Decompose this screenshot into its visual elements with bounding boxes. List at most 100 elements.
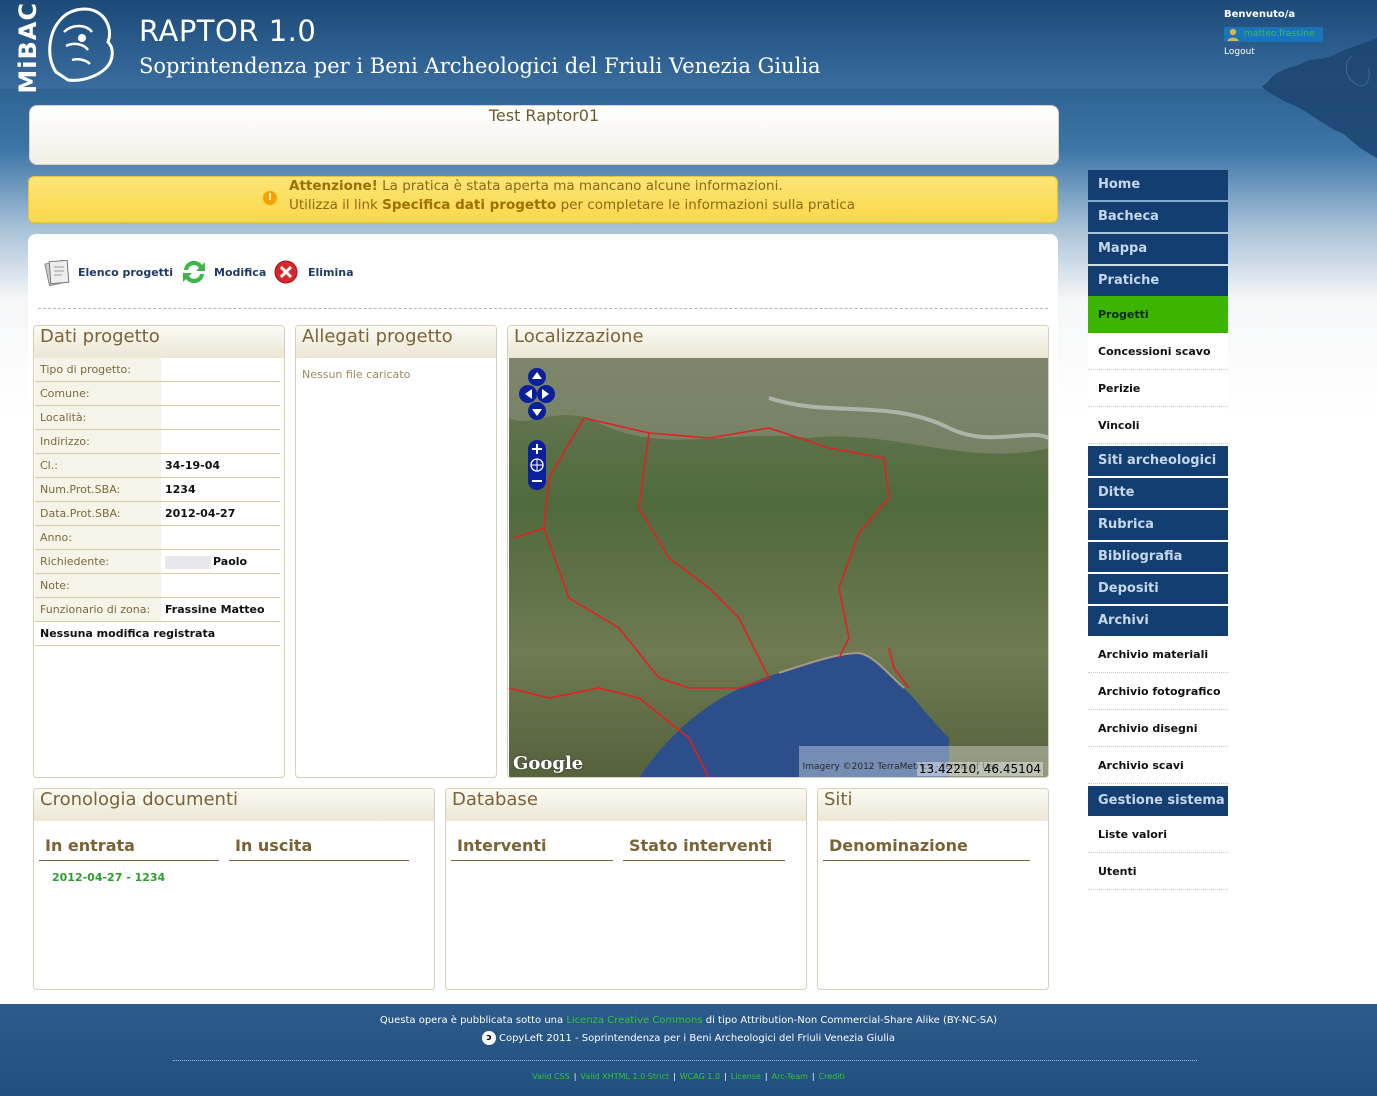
map-coordinates: 13.42210, 46.45104 bbox=[916, 762, 1043, 776]
footer-link-valid-xhtml[interactable]: Valid XHTML 1.0 Strict bbox=[580, 1072, 669, 1081]
allegati-title: Allegati progetto bbox=[296, 326, 496, 358]
nav-concessioni-scavo[interactable]: Concessioni scavo bbox=[1088, 333, 1228, 370]
row-comune: Comune: bbox=[35, 382, 280, 406]
nav-bibliografia[interactable]: Bibliografia bbox=[1088, 542, 1228, 572]
license-line: Questa opera è pubblicata sotto una Lice… bbox=[0, 1015, 1377, 1026]
nav-mappa[interactable]: Mappa bbox=[1088, 234, 1228, 264]
in-uscita-header: In uscita bbox=[229, 831, 409, 861]
header: MiBAC RAPTOR 1.0 Soprintendenza per i Be… bbox=[0, 0, 1377, 94]
copyleft-text: CopyLeft 2011 - Soprintendenza per i Ben… bbox=[498, 1033, 896, 1044]
nav-pratiche[interactable]: Pratiche bbox=[1088, 266, 1228, 296]
footer-link-wcag[interactable]: WCAG 1.0 bbox=[680, 1072, 720, 1081]
footer-link-valid-css[interactable]: Valid CSS bbox=[532, 1072, 570, 1081]
modifiche-note: Nessuna modifica registrata bbox=[40, 627, 216, 640]
row-num-prot: Num.Prot.SBA: 1234 bbox=[35, 478, 280, 502]
elimina-button[interactable]: Elimina bbox=[272, 254, 354, 290]
kv-key: Cl.: bbox=[35, 454, 161, 477]
footer-links: Valid CSS | Valid XHTML 1.0 Strict | WCAG 1.… bbox=[532, 1072, 845, 1081]
nav-vincoli[interactable]: Vincoli bbox=[1088, 407, 1228, 444]
cronologia-title: Cronologia documenti bbox=[34, 789, 434, 821]
mibac-logo-text: MiBAC bbox=[14, 2, 42, 94]
kv-key: Località: bbox=[35, 406, 161, 429]
nav-archivio-scavi[interactable]: Archivio scavi bbox=[1088, 747, 1228, 784]
dati-progetto-panel: Dati progetto Tipo di progetto: Comune: … bbox=[33, 325, 285, 778]
nav-archivio-fotografico[interactable]: Archivio fotografico bbox=[1088, 673, 1228, 710]
google-logo: Google bbox=[513, 753, 584, 774]
nav-siti-archeologici[interactable]: Siti archeologici bbox=[1088, 446, 1228, 476]
footer-link-arc-team[interactable]: Arc-Team bbox=[772, 1072, 808, 1081]
stato-interventi-header: Stato interventi bbox=[623, 831, 785, 861]
warning-text-2: Utilizza il link bbox=[289, 197, 383, 213]
map-view[interactable]: Google Imagery ©2012 TerraMetrics - Term… bbox=[509, 358, 1048, 777]
app-title: RAPTOR 1.0 bbox=[139, 14, 317, 48]
documents-icon bbox=[44, 259, 70, 287]
nav-archivi[interactable]: Archivi bbox=[1088, 606, 1228, 636]
nav-bacheca[interactable]: Bacheca bbox=[1088, 202, 1228, 232]
kv-key: Comune: bbox=[35, 382, 161, 405]
side-navigation: Home Bacheca Mappa Pratiche Progetti Con… bbox=[1088, 170, 1228, 890]
toolbar: Elenco progetti Modifica Elimina bbox=[42, 254, 1042, 294]
interventi-header: Interventi bbox=[451, 831, 613, 861]
nav-home[interactable]: Home bbox=[1088, 170, 1228, 200]
kv-value: 1234 bbox=[165, 483, 196, 496]
kv-key: Num.Prot.SBA: bbox=[35, 478, 161, 501]
nav-archivio-materiali[interactable]: Archivio materiali bbox=[1088, 636, 1228, 673]
kv-key: Tipo di progetto: bbox=[35, 358, 161, 381]
row-note: Note: bbox=[35, 574, 280, 598]
cronologia-entry-link[interactable]: 2012-04-27 - 1234 bbox=[52, 871, 165, 884]
allegati-panel: Allegati progetto Nessun file caricato bbox=[295, 325, 497, 778]
kv-key: Note: bbox=[35, 574, 161, 597]
nav-archivio-disegni[interactable]: Archivio disegni bbox=[1088, 710, 1228, 747]
footer-link-license[interactable]: License bbox=[731, 1072, 761, 1081]
nav-liste-valori[interactable]: Liste valori bbox=[1088, 816, 1228, 853]
kv-value: Frassine Matteo bbox=[165, 603, 265, 616]
logout-link[interactable]: Logout bbox=[1224, 47, 1255, 57]
kv-value: Paolo bbox=[165, 550, 247, 573]
nav-depositi[interactable]: Depositi bbox=[1088, 574, 1228, 604]
kv-value: 2012-04-27 bbox=[165, 507, 236, 520]
dati-progetto-title: Dati progetto bbox=[34, 326, 284, 358]
info-icon: ! bbox=[263, 191, 277, 205]
kv-key: Richiedente: bbox=[35, 550, 161, 573]
modifica-label: Modifica bbox=[214, 265, 267, 279]
map-zoom-control bbox=[528, 440, 546, 490]
database-title: Database bbox=[446, 789, 806, 821]
row-anno: Anno: bbox=[35, 526, 280, 550]
delete-icon bbox=[274, 260, 298, 284]
row-funzionario: Funzionario di zona: Frassine Matteo bbox=[35, 598, 280, 622]
footer-link-crediti[interactable]: Crediti bbox=[819, 1072, 845, 1081]
warning-text-1: La pratica è stata aperta ma mancano alc… bbox=[377, 178, 783, 194]
copyleft-line: ↄ CopyLeft 2011 - Soprintendenza per i Be… bbox=[0, 1031, 1377, 1045]
siti-title: Siti bbox=[818, 789, 1048, 821]
license-link[interactable]: Licenza Creative Commons bbox=[566, 1015, 702, 1026]
license-text-pre: Questa opera è pubblicata sotto una bbox=[379, 1015, 567, 1026]
warning-line-2: Utilizza il link Specifica dati progetto… bbox=[289, 197, 855, 213]
kv-key: Indirizzo: bbox=[35, 430, 161, 453]
kv-key: Data.Prot.SBA: bbox=[35, 502, 161, 525]
app-subtitle: Soprintendenza per i Beni Archeologici d… bbox=[139, 54, 821, 78]
nav-gestione-sistema[interactable]: Gestione sistema bbox=[1088, 786, 1228, 816]
modifica-button[interactable]: Modifica bbox=[178, 254, 266, 290]
localizzazione-title: Localizzazione bbox=[508, 326, 1048, 358]
project-title: Test Raptor01 bbox=[488, 106, 600, 125]
satellite-map bbox=[509, 358, 1048, 777]
elimina-label: Elimina bbox=[308, 265, 354, 279]
nav-perizie[interactable]: Perizie bbox=[1088, 370, 1228, 407]
nav-utenti[interactable]: Utenti bbox=[1088, 853, 1228, 890]
license-text-post: di tipo Attribution-Non Commercial-Share… bbox=[702, 1015, 998, 1026]
nav-ditte[interactable]: Ditte bbox=[1088, 478, 1228, 508]
row-richiedente: Richiedente: Paolo bbox=[35, 550, 280, 574]
copyleft-icon: ↄ bbox=[481, 1031, 496, 1045]
elenco-progetti-button[interactable]: Elenco progetti bbox=[42, 254, 173, 290]
richiedente-value: Paolo bbox=[213, 555, 248, 568]
footer-divider bbox=[173, 1060, 1197, 1061]
warning-line-1: Attenzione! La pratica è stata aperta ma… bbox=[289, 178, 783, 194]
nav-rubrica[interactable]: Rubrica bbox=[1088, 510, 1228, 540]
kv-key: Funzionario di zona: bbox=[35, 598, 161, 621]
localizzazione-panel: Localizzazione Google Imagery ©2012 Terr… bbox=[507, 325, 1049, 778]
denominazione-header: Denominazione bbox=[823, 831, 1030, 861]
specifica-dati-link[interactable]: Specifica dati progetto bbox=[382, 197, 556, 213]
warning-banner: ! Attenzione! La pratica è stata aperta … bbox=[28, 176, 1058, 223]
nav-progetti[interactable]: Progetti bbox=[1088, 296, 1228, 333]
user-icon bbox=[1227, 28, 1239, 41]
